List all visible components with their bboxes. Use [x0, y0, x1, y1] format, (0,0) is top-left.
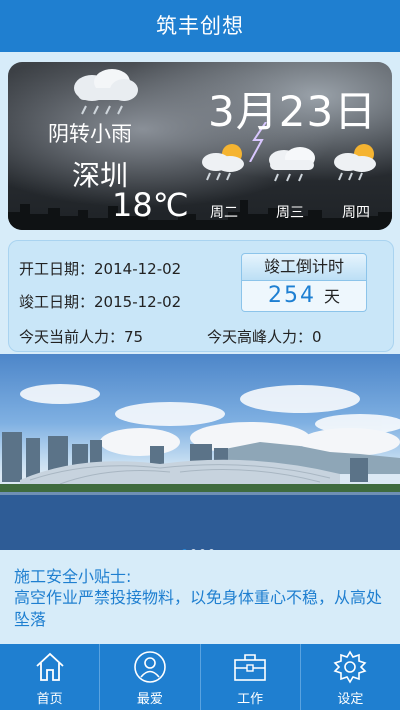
tab-favorites[interactable]: 最爱	[100, 644, 201, 710]
current-manpower-label: 今天当前人力：	[19, 328, 125, 346]
tab-favorites-label: 最爱	[136, 692, 163, 707]
peak-manpower-value: 0	[312, 328, 322, 346]
carousel-dot[interactable]	[182, 549, 187, 550]
current-manpower-value: 75	[124, 328, 144, 346]
peak-manpower-label: 今天高峰人力：	[207, 328, 313, 346]
bottom-tab-bar: 首页 最爱 工作 设定	[0, 644, 400, 710]
current-manpower-row: 今天当前人力：75	[19, 326, 143, 347]
countdown-unit: 天	[323, 287, 340, 306]
start-date-value: 2014-12-02	[94, 260, 182, 278]
app-title-bar: 筑丰创想	[0, 0, 400, 52]
current-date: 3月23日	[208, 87, 378, 136]
stadium-photo	[0, 384, 400, 550]
end-date-value: 2015-12-02	[94, 293, 182, 311]
cloud-rain-icon	[269, 147, 315, 182]
project-info-panel: 开工日期：2014-12-02 竣工日期：2015-12-02 今天当前人力：7…	[8, 240, 394, 352]
end-date-row: 竣工日期：2015-12-02	[19, 291, 181, 312]
gear-icon	[333, 650, 367, 684]
carousel-dot[interactable]	[209, 549, 214, 550]
forecast-day-1: 周二	[210, 205, 238, 221]
countdown-box: 254 天	[241, 281, 367, 312]
safety-tips-text: 高空作业严禁投接物料，以免身体重心不稳，从高处坠落	[14, 588, 383, 629]
temperature: 18℃	[112, 186, 189, 224]
cloud-rain-icon	[74, 69, 138, 115]
tab-home-label: 首页	[36, 692, 63, 707]
countdown-days: 254	[267, 283, 316, 308]
tab-home[interactable]: 首页	[0, 644, 101, 710]
cloud-sun-rain-icon	[202, 144, 244, 181]
forecast-day-2: 周三	[276, 205, 304, 221]
tab-work-label: 工作	[237, 692, 264, 707]
carousel-indicator[interactable]	[182, 539, 218, 550]
home-icon	[36, 652, 64, 681]
peak-manpower-row: 今天高峰人力：0	[207, 326, 322, 347]
start-date-label: 开工日期：	[19, 260, 95, 278]
carousel-dot[interactable]	[200, 549, 205, 550]
weather-card[interactable]: 阴转小雨 深圳 18℃ 3月23日 周二 周三 周四	[8, 62, 392, 230]
carousel-dot[interactable]	[191, 549, 196, 550]
weather-description: 阴转小雨	[48, 122, 132, 146]
countdown-title: 竣工倒计时	[241, 253, 367, 281]
photo-carousel[interactable]	[0, 354, 400, 550]
cloud-sun-rain-icon	[334, 144, 376, 181]
city-skyline-image	[8, 200, 392, 230]
safety-tips-title: 施工安全小贴士:	[14, 567, 132, 586]
app-title: 筑丰创想	[156, 14, 244, 38]
start-date-row: 开工日期：2014-12-02	[19, 258, 181, 279]
tab-settings[interactable]: 设定	[301, 644, 400, 710]
user-icon	[134, 651, 166, 683]
tab-work[interactable]: 工作	[201, 644, 301, 710]
end-date-label: 竣工日期：	[19, 293, 95, 311]
briefcase-icon	[234, 654, 266, 681]
tab-settings-label: 设定	[337, 692, 364, 707]
forecast-day-3: 周四	[342, 205, 370, 221]
